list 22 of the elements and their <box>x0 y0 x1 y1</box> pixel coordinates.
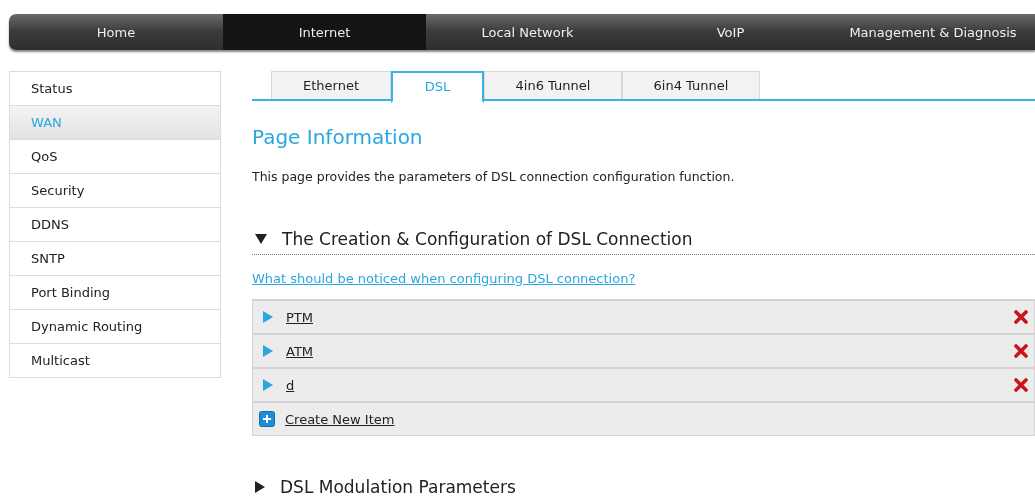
nav-tab[interactable]: VoIP <box>629 14 832 50</box>
nav-tab[interactable]: Management & Diagnosis <box>832 14 1034 50</box>
page-title: Page Information <box>252 125 424 149</box>
create-item-link[interactable]: Create New Item <box>285 411 395 427</box>
page-description: This page provides the parameters of DSL connection configuration function. <box>252 169 736 184</box>
nav-tab[interactable]: Internet <box>223 14 426 50</box>
expand-triangle-icon[interactable] <box>255 481 265 493</box>
tab[interactable]: Ethernet <box>271 71 391 99</box>
section-title: DSL Modulation Parameters <box>280 477 516 497</box>
delete-icon[interactable] <box>1014 378 1028 392</box>
nav-tab[interactable]: Local Network <box>426 14 629 50</box>
tab[interactable]: 6in4 Tunnel <box>622 71 760 99</box>
collapse-triangle-icon[interactable] <box>255 234 267 244</box>
item-link[interactable]: PTM <box>286 309 313 325</box>
add-icon[interactable] <box>259 411 275 427</box>
delete-icon[interactable] <box>1014 310 1028 324</box>
delete-icon[interactable] <box>1014 344 1028 358</box>
nav-tab[interactable]: Home <box>9 14 223 50</box>
item-link[interactable]: d <box>286 377 295 393</box>
section-title: The Creation & Configuration of DSL Connection <box>282 229 693 249</box>
tab[interactable]: 4in6 Tunnel <box>484 71 622 99</box>
item-link[interactable]: ATM <box>286 343 314 359</box>
